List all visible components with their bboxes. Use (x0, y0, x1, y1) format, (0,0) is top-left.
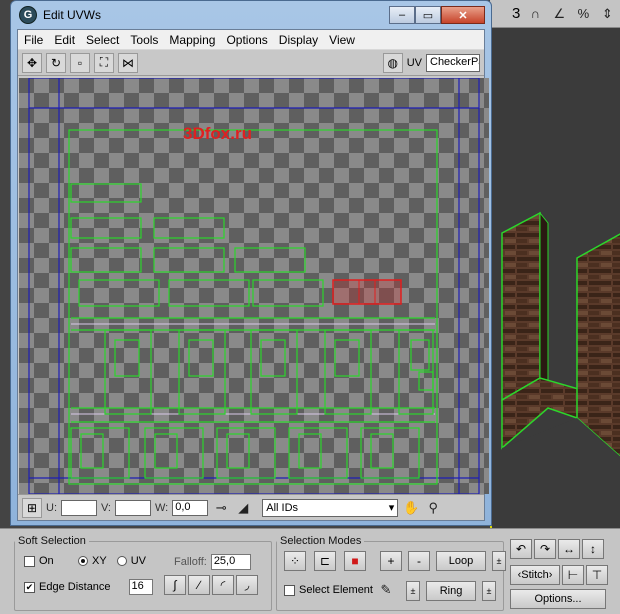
grow-button[interactable]: + (380, 551, 402, 571)
mirror-icon[interactable]: ⋈ (118, 52, 138, 73)
falloff-field[interactable]: 25,0 (210, 554, 251, 570)
toolbar-number: 3 (512, 5, 521, 22)
viewport-scene (501, 211, 620, 530)
viewport[interactable] (490, 28, 620, 530)
scale-icon[interactable]: ▫ (70, 52, 90, 73)
falloff-smooth-icon[interactable]: ∫ (164, 575, 186, 595)
freeform-icon[interactable]: ⛶ (94, 52, 114, 73)
stitch-label: Stitch (521, 569, 549, 581)
menu-file[interactable]: File (18, 33, 48, 47)
v-field[interactable] (115, 499, 151, 516)
edge-distance-field[interactable]: 16 (128, 579, 153, 595)
menu-select[interactable]: Select (80, 33, 124, 47)
vertex-mode-icon[interactable]: ⁘ (284, 551, 306, 571)
soft-selection-group: Soft Selection (14, 535, 272, 611)
ring-button[interactable]: Ring (426, 581, 476, 601)
flip-horizontal-icon[interactable]: ↔ (558, 539, 580, 559)
w-label: W: (155, 501, 169, 514)
menu-bar: File Edit Select Tools Mapping Options D… (18, 30, 484, 50)
xy-radio[interactable] (78, 556, 88, 566)
pan-hand-icon[interactable]: ✋ (402, 499, 420, 517)
shrink-button[interactable]: - (408, 551, 430, 571)
map-dropdown[interactable]: CheckerPa (426, 53, 480, 72)
spinner-snap-icon[interactable]: ⇕ (598, 5, 616, 23)
soft-on-checkbox[interactable] (24, 555, 35, 567)
align-horizontal-icon[interactable]: ⊢ (562, 565, 584, 585)
edge-distance-checkbox[interactable]: ✔ (24, 581, 35, 593)
zoom-icon[interactable]: ⚲ (424, 499, 442, 517)
ring-spinner-icon[interactable]: ± (482, 581, 496, 601)
title-bar[interactable]: G Edit UVWs ‒ ▭ ✕ (17, 1, 485, 29)
window-title: Edit UVWs (43, 8, 102, 22)
menu-display[interactable]: Display (273, 33, 323, 47)
u-label: U: (46, 501, 57, 514)
edge-distance-label: Edge Distance (39, 581, 111, 593)
soft-selection-legend: Soft Selection (18, 535, 86, 547)
chevron-down-icon: ▾ (388, 502, 395, 514)
flip-vertical-icon[interactable]: ↕ (582, 539, 604, 559)
rotate-cw-icon[interactable]: ↷ (534, 539, 556, 559)
falloff-fast-icon[interactable]: ◞ (236, 575, 258, 595)
menu-edit[interactable]: Edit (48, 33, 80, 47)
falloff-linear-icon[interactable]: ∕ (188, 575, 210, 595)
absolute-mode-icon[interactable]: ⊞ (22, 497, 42, 518)
select-element-checkbox[interactable] (284, 584, 295, 596)
id-dropdown-value: All IDs (266, 501, 299, 514)
xy-label: XY (92, 555, 107, 567)
select-element-label: Select Element (299, 584, 373, 596)
falloff-label: Falloff: (174, 556, 207, 568)
options-button[interactable]: Options... (510, 589, 606, 609)
uv-radio[interactable] (116, 556, 127, 566)
polygon-mode-icon[interactable]: ■ (344, 551, 366, 571)
w-field[interactable]: 0,0 (172, 499, 209, 516)
rotate-ccw-icon[interactable]: ↶ (510, 539, 532, 559)
max-toolbar: 3 ∩ ∠ % ⇕ (490, 0, 620, 28)
ring-grow-icon[interactable]: ± (406, 581, 420, 601)
rotate-icon[interactable]: ↻ (46, 52, 66, 73)
uv-status-bar: ⊞ U: V: W: 0,0 ⊸ ◢ All IDs ▾ ✋ ⚲ (18, 494, 484, 520)
menu-options[interactable]: Options (220, 33, 272, 47)
paint-select-icon[interactable]: ◢ (234, 499, 252, 517)
u-field[interactable] (61, 499, 97, 516)
menu-tools[interactable]: Tools (124, 33, 163, 47)
uv-label: UV (406, 56, 422, 69)
minimize-button[interactable]: ‒ (389, 6, 415, 24)
soft-on-label: On (39, 555, 54, 567)
watermark: 3Dfox.ru (183, 124, 252, 143)
uv-editor-canvas[interactable]: 3Dfox.ru (19, 78, 489, 494)
selection-modes-legend: Selection Modes (280, 535, 362, 547)
close-button[interactable]: ✕ (441, 6, 485, 24)
menu-mapping[interactable]: Mapping (163, 33, 220, 47)
id-dropdown[interactable]: All IDs ▾ (262, 498, 399, 517)
maximize-button[interactable]: ▭ (415, 6, 441, 24)
screen: 3 ∩ ∠ % ⇕ G Edit UVWs ‒ ▭ ✕ File Edit Se… (0, 0, 620, 614)
magnet-snap-icon[interactable]: ∩ (526, 5, 544, 23)
paint-brush-icon[interactable]: ✎ (377, 581, 395, 599)
uv-toolbar: ✥ ↻ ▫ ⛶ ⋈ ◍ UV CheckerPa (18, 50, 484, 76)
edit-uvws-window: G Edit UVWs ‒ ▭ ✕ File Edit Select Tools… (10, 0, 492, 526)
app-icon: G (19, 6, 37, 24)
uv-wireframe (28, 78, 480, 494)
show-map-icon[interactable]: ◍ (382, 52, 403, 73)
falloff-slow-icon[interactable]: ◜ (212, 575, 234, 595)
percent-snap-icon[interactable]: % (574, 5, 592, 23)
v-label: V: (101, 501, 111, 514)
uv-radio-label: UV (130, 555, 146, 567)
loop-button[interactable]: Loop (436, 551, 486, 571)
menu-view[interactable]: View (323, 33, 360, 47)
stitch-button[interactable]: ‹ Stitch › (510, 565, 560, 585)
loop-spinner-icon[interactable]: ± (492, 551, 506, 571)
unwrap-panel: Soft Selection On XY UV Falloff: 25,0 ✔ … (0, 528, 620, 614)
edge-mode-icon[interactable]: ⊏ (314, 551, 336, 571)
align-vertical-icon[interactable]: ⊤ (586, 565, 608, 585)
angle-snap-icon[interactable]: ∠ (550, 5, 568, 23)
move-icon[interactable]: ✥ (22, 52, 42, 73)
lock-icon[interactable]: ⊸ (212, 499, 230, 517)
